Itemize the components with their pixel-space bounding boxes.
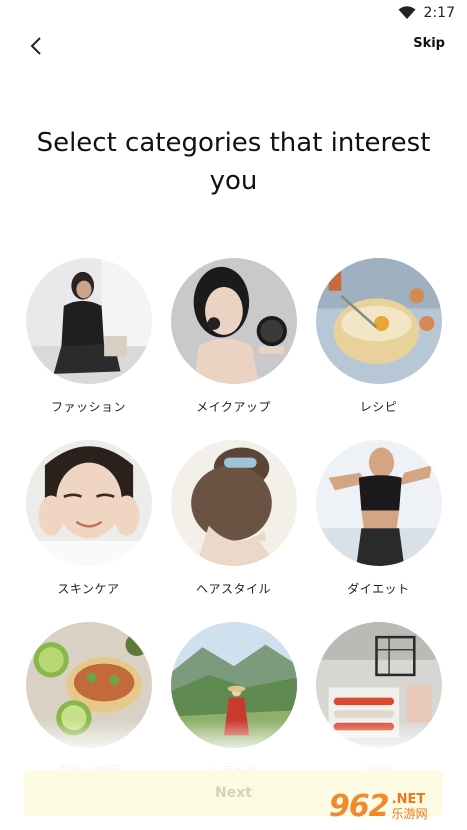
watermark-logo: 962 .NET 乐游网 <box>329 786 461 826</box>
skincare-photo <box>25 440 152 566</box>
category-travel[interactable]: トラベル <box>161 622 306 790</box>
gourmet-photo <box>25 622 152 748</box>
recipe-photo <box>315 258 442 384</box>
travel-photo <box>170 622 297 748</box>
category-skincare[interactable]: スキンケア <box>16 440 161 608</box>
status-time: 2:17 <box>423 5 455 21</box>
watermark-net: .NET <box>391 791 426 807</box>
category-label: ファッション <box>50 400 126 414</box>
skip-button[interactable]: Skip <box>413 36 445 51</box>
diet-photo <box>315 440 442 566</box>
category-makeup[interactable]: メイクアップ <box>161 258 306 426</box>
category-diet[interactable]: ダイエット <box>306 440 451 608</box>
category-label: スキンケア <box>57 582 120 596</box>
status-bar: 2:17 <box>0 0 467 26</box>
hairstyle-photo <box>170 440 297 566</box>
watermark-cn: 乐游网 <box>391 806 428 821</box>
page-title: Select categories that interest you <box>36 128 431 196</box>
category-grid: ファッション メイクアップ レシピ スキンケア ヘアスタイル ダイエット <box>16 258 451 790</box>
makeup-photo <box>170 258 297 384</box>
back-button[interactable] <box>22 32 50 60</box>
category-hairstyle[interactable]: ヘアスタイル <box>161 440 306 608</box>
category-storage[interactable]: 収納 <box>306 622 451 790</box>
fashion-photo <box>25 258 152 384</box>
storage-photo <box>315 622 442 748</box>
category-recipe[interactable]: レシピ <box>306 258 451 426</box>
category-label: ヘアスタイル <box>195 582 271 596</box>
category-fashion[interactable]: ファッション <box>16 258 161 426</box>
category-label: ダイエット <box>347 582 410 596</box>
category-gourmet[interactable]: グルメ旅行 <box>16 622 161 790</box>
back-arrow-icon <box>30 37 41 55</box>
wifi-icon <box>398 6 416 19</box>
category-label: メイクアップ <box>196 400 271 414</box>
watermark-number: 962 <box>329 788 390 824</box>
category-label: レシピ <box>359 400 398 414</box>
